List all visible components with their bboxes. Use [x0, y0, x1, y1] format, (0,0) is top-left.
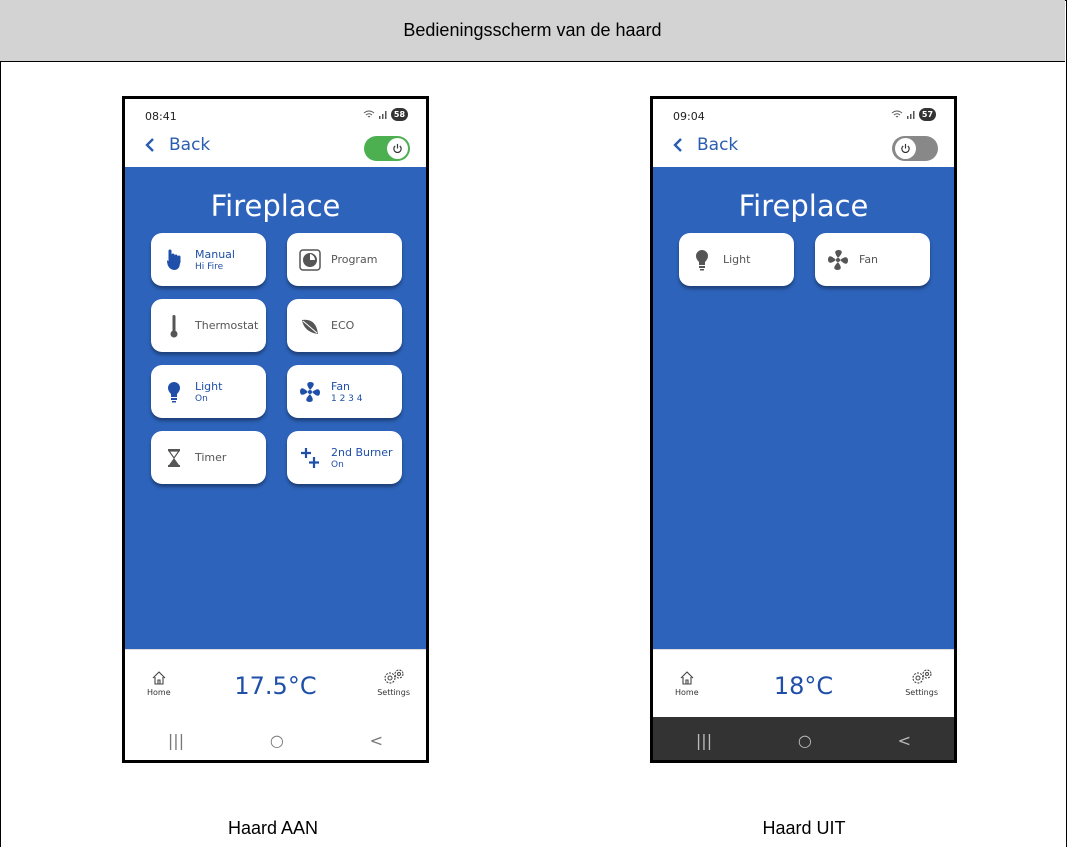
- android-nav-bar: ||| ○ <: [125, 717, 426, 760]
- bulb-icon: [691, 248, 713, 272]
- power-toggle[interactable]: [892, 136, 938, 161]
- gears-icon: [384, 669, 404, 684]
- status-time: 08:41: [145, 110, 177, 123]
- tile-thermostat[interactable]: Thermostat: [151, 299, 266, 352]
- chevron-left-icon: [145, 138, 154, 152]
- tile-label: Light: [723, 253, 751, 266]
- chevron-left-icon: [673, 138, 682, 152]
- back-button[interactable]: Back: [673, 135, 738, 155]
- power-icon: [387, 138, 408, 159]
- home-button-icon[interactable]: ○: [798, 731, 812, 750]
- tile-sublabel: On: [331, 459, 344, 470]
- bulb-icon: [163, 380, 185, 404]
- screen-title: Fireplace: [738, 189, 869, 223]
- caption-off: Haard UIT: [762, 818, 846, 838]
- top-bar: Back: [653, 129, 954, 167]
- phone-screenshot-on: 08:41 58 Back Fireplace Manual Hi Fire P…: [122, 96, 429, 763]
- phone-screenshot-off: 09:04 57 Back Fireplace Light Fan Home 1…: [650, 96, 957, 763]
- back-nav-icon[interactable]: <: [898, 731, 911, 750]
- back-label: Back: [169, 135, 211, 155]
- signal-icon: [907, 111, 915, 119]
- tile-sublabel: 1 2 3 4: [331, 393, 363, 404]
- battery-icon: 58: [391, 108, 408, 121]
- tile-light[interactable]: Light: [679, 233, 794, 286]
- tile-program[interactable]: Program: [287, 233, 402, 286]
- clock-icon: [299, 248, 321, 272]
- top-bar: Back: [125, 129, 426, 167]
- tile-label: Thermostat: [195, 319, 259, 332]
- tile-label: Program: [331, 253, 378, 266]
- back-button[interactable]: Back: [145, 135, 210, 155]
- tile-2nd-burner[interactable]: 2nd Burner On: [287, 431, 402, 484]
- recents-icon[interactable]: |||: [168, 731, 184, 750]
- leaf-icon: [299, 314, 321, 338]
- status-bar: 08:41 58: [125, 99, 426, 129]
- tile-light[interactable]: Light On: [151, 365, 266, 418]
- tile-label: ECO: [331, 319, 355, 332]
- tile-manual[interactable]: Manual Hi Fire: [151, 233, 266, 286]
- back-nav-icon[interactable]: <: [370, 731, 383, 750]
- power-icon: [895, 138, 916, 159]
- burner-icon: [299, 446, 321, 470]
- thermometer-icon: [163, 314, 185, 338]
- recents-icon[interactable]: |||: [696, 731, 712, 750]
- screen-title: Fireplace: [210, 189, 341, 223]
- system-icons: 57: [891, 108, 936, 121]
- fan-icon: [827, 248, 849, 272]
- gears-icon: [912, 669, 932, 684]
- power-toggle[interactable]: [364, 136, 410, 161]
- battery-icon: 57: [919, 108, 936, 121]
- tile-fan[interactable]: Fan: [815, 233, 930, 286]
- document-title: Bedieningsscherm van de haard: [0, 0, 1065, 62]
- tile-label: Timer: [195, 451, 227, 464]
- fireplace-panel: Fireplace Manual Hi Fire Program Thermost…: [125, 167, 426, 649]
- tile-label: Manual: [195, 247, 235, 261]
- fireplace-panel: Fireplace Light Fan: [653, 167, 954, 649]
- tile-timer[interactable]: Timer: [151, 431, 266, 484]
- hourglass-icon: [163, 446, 185, 470]
- tile-label: Light: [195, 379, 223, 393]
- nav-settings-label: Settings: [905, 688, 938, 697]
- tile-sublabel: Hi Fire: [195, 261, 224, 272]
- wifi-icon: [891, 110, 903, 118]
- nav-settings[interactable]: Settings: [905, 668, 938, 697]
- tile-eco[interactable]: ECO: [287, 299, 402, 352]
- system-icons: 58: [363, 108, 408, 121]
- tile-label: Fan: [859, 253, 879, 266]
- tile-label: 2nd Burner: [331, 445, 393, 459]
- home-button-icon[interactable]: ○: [270, 731, 284, 750]
- back-label: Back: [697, 135, 739, 155]
- tile-label: Fan: [331, 379, 351, 393]
- fan-icon: [299, 380, 321, 404]
- tile-sublabel: On: [195, 393, 208, 404]
- bottom-bar: Home 17.5°C Settings: [125, 649, 426, 717]
- wifi-icon: [363, 110, 375, 118]
- nav-settings-label: Settings: [377, 688, 410, 697]
- status-time: 09:04: [673, 110, 705, 123]
- android-nav-bar: ||| ○ <: [653, 717, 954, 760]
- bottom-bar: Home 18°C Settings: [653, 649, 954, 717]
- caption-on: Haard AAN: [227, 818, 319, 838]
- tile-fan[interactable]: Fan 1 2 3 4: [287, 365, 402, 418]
- status-bar: 09:04 57: [653, 99, 954, 129]
- nav-settings[interactable]: Settings: [377, 668, 410, 697]
- hand-icon: [163, 248, 185, 272]
- signal-icon: [379, 111, 387, 119]
